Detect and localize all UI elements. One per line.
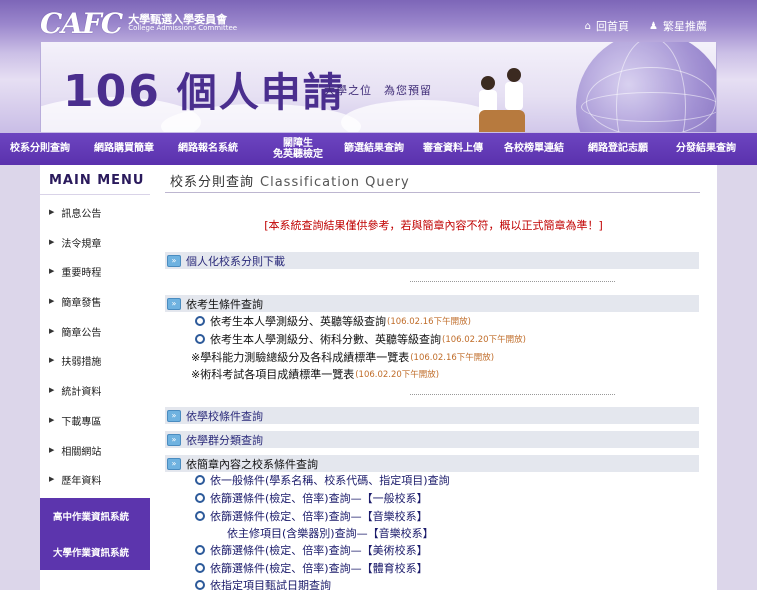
circle-bullet-icon [195, 475, 205, 485]
banner-title: 106 個人申請 [63, 66, 345, 117]
triangle-right-icon: ▶ [49, 416, 55, 424]
nav-screening-result[interactable]: 篩選結果查詢 [334, 133, 414, 165]
query-exam-date[interactable]: 依指定項目甄試日期查詢 [195, 577, 331, 590]
divider [410, 394, 615, 395]
circle-bullet-icon [195, 493, 205, 503]
circle-bullet-icon [195, 511, 205, 521]
circle-bullet-icon [195, 316, 205, 326]
page-title: 校系分則查詢 Classification Query [170, 175, 410, 190]
site-header: CAFC 大學甄選入學委員會 College Admissions Commit… [0, 0, 757, 133]
content-panel: 校系分則查詢 Classification Query [本系統查詢結果僅供參考，… [150, 165, 717, 590]
university-system-button[interactable]: 大學作業資訊系統 [40, 534, 150, 570]
triangle-right-icon: ▶ [49, 446, 55, 454]
globe-graphic [576, 42, 716, 132]
query-screening-music[interactable]: 依篩選條件(檢定、倍率)查詢—【音樂校系】 [195, 508, 428, 524]
triangle-right-icon: ▶ [49, 297, 55, 305]
circle-bullet-icon [195, 334, 205, 344]
query-by-gsat-practical-listening[interactable]: 依考生本人學測級分、術科分數、英聽等級查詢 (106.02.20下午開放) [195, 331, 526, 347]
gsat-score-standard-table[interactable]: ※學科能力測驗總級分及各科成績標準一覽表 (106.02.16下午開放) [191, 349, 494, 365]
nav-upload-documents[interactable]: 審查資料上傳 [413, 133, 493, 165]
query-screening-art[interactable]: 依篩選條件(檢定、倍率)查詢—【美術校系】 [195, 542, 428, 558]
divider [410, 281, 615, 282]
section-by-field[interactable]: » 依學群分類查詢 [165, 431, 699, 448]
expand-icon: » [167, 297, 181, 310]
triangle-right-icon: ▶ [49, 208, 55, 216]
nav-classification-query[interactable]: 校系分則查詢 [0, 133, 80, 165]
triangle-right-icon: ▶ [49, 386, 55, 394]
sidebar-item-news[interactable]: ▶ 訊息公告 [40, 197, 150, 227]
person-icon: ♟ [649, 20, 658, 32]
nav-hearing-exemption[interactable]: 關障生 免英聽檢定 [258, 133, 338, 165]
sidebar-item-brochure-sale[interactable]: ▶ 簡章發售 [40, 286, 150, 316]
home-icon: ⌂ [584, 20, 592, 32]
expand-icon: » [167, 409, 181, 422]
triangle-right-icon: ▶ [49, 238, 55, 246]
sidebar-item-downloads[interactable]: ▶ 下載專區 [40, 405, 150, 435]
nav-register-preferences[interactable]: 網路登記志願 [578, 133, 658, 165]
sidebar-item-brochure-announce[interactable]: ▶ 簡章公告 [40, 316, 150, 346]
banner-slogan: 大學之位 為您預留 [324, 84, 432, 97]
query-screening-sports[interactable]: 依篩選條件(檢定、倍率)查詢—【體育校系】 [195, 560, 428, 576]
circle-bullet-icon [195, 580, 205, 590]
expand-icon: » [167, 254, 181, 267]
query-by-gsat-listening[interactable]: 依考生本人學測級分、英聽等級查詢 (106.02.16下午開放) [195, 313, 471, 329]
triangle-right-icon: ▶ [49, 475, 55, 483]
sidebar-item-statistics[interactable]: ▶ 統計資料 [40, 375, 150, 405]
practical-score-standard-table[interactable]: ※術科考試各項目成績標準一覽表 (106.02.20下午開放) [191, 366, 439, 382]
triangle-right-icon: ▶ [49, 356, 55, 364]
sidebar-item-related-sites[interactable]: ▶ 相關網站 [40, 435, 150, 465]
nav-allocation-result[interactable]: 分發結果查詢 [666, 133, 746, 165]
main-nav: 校系分則查詢 網路購買簡章 網路報名系統 關障生 免英聽檢定 篩選結果查詢 審查… [0, 133, 757, 165]
circle-bullet-icon [195, 545, 205, 555]
star-recommend-link[interactable]: ♟ 繁星推薦 [649, 18, 707, 34]
sidebar-item-assistance[interactable]: ▶ 扶弱措施 [40, 345, 150, 375]
query-screening-general[interactable]: 依篩選條件(檢定、倍率)查詢—【一般校系】 [195, 490, 428, 506]
query-major-instrument-music[interactable]: 依主修項目(含樂器別)查詢—【音樂校系】 [227, 525, 434, 541]
site-logo[interactable]: CAFC 大學甄選入學委員會 College Admissions Commit… [40, 6, 238, 40]
top-links: ⌂ 回首頁 ♟ 繁星推薦 [585, 18, 707, 34]
logo-english-name: College Admissions Committee [128, 24, 238, 33]
section-by-school[interactable]: » 依學校條件查詢 [165, 407, 699, 424]
sidebar-item-regulations[interactable]: ▶ 法令規章 [40, 227, 150, 257]
nav-online-registration[interactable]: 網路報名系統 [168, 133, 248, 165]
triangle-right-icon: ▶ [49, 327, 55, 335]
main-menu-title: MAIN MENU [40, 165, 150, 195]
sidebar-item-schedule[interactable]: ▶ 重要時程 [40, 256, 150, 286]
sidebar: MAIN MENU ▶ 訊息公告 ▶ 法令規章 ▶ 重要時程 ▶ 簡章發售 ▶ … [40, 165, 150, 590]
section-by-brochure[interactable]: » 依簡章內容之校系條件查詢 [165, 455, 699, 472]
expand-icon: » [167, 433, 181, 446]
disclaimer-notice: [本系統查詢結果僅供參考，若與簡章內容不符，概以正式簡章為準！] [264, 219, 603, 232]
students-illustration [451, 62, 561, 132]
home-link[interactable]: ⌂ 回首頁 [585, 18, 629, 34]
logo-mark: CAFC [40, 6, 123, 40]
section-personal-download[interactable]: » 個人化校系分則下載 [165, 252, 699, 269]
expand-icon: » [167, 457, 181, 470]
title-divider [165, 192, 700, 193]
nav-buy-brochure[interactable]: 網路購買簡章 [84, 133, 164, 165]
high-school-system-button[interactable]: 高中作業資訊系統 [40, 498, 150, 534]
banner: 106 個人申請 大學之位 為您預留 [40, 42, 717, 132]
section-by-candidate[interactable]: » 依考生條件查詢 [165, 295, 699, 312]
nav-school-rankings[interactable]: 各校榜單連結 [494, 133, 574, 165]
circle-bullet-icon [195, 563, 205, 573]
query-general-conditions[interactable]: 依一般條件(學系名稱、校系代碼、指定項目)查詢 [195, 472, 450, 488]
triangle-right-icon: ▶ [49, 267, 55, 275]
sidebar-item-past-data[interactable]: ▶ 歷年資料 [40, 464, 150, 494]
